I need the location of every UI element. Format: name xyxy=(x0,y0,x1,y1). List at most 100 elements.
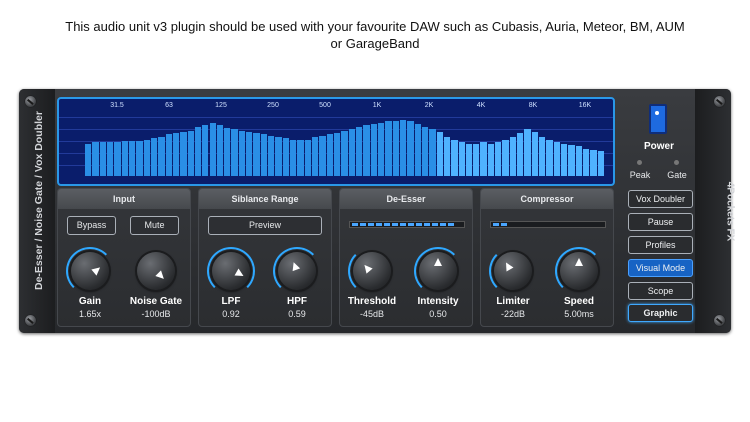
spectrum-bar xyxy=(268,135,275,176)
spectrum-bar xyxy=(253,133,260,176)
peak-led-icon xyxy=(637,160,642,165)
frequency-label: 4K xyxy=(476,102,486,109)
screw-icon xyxy=(714,315,725,326)
frequency-label: 31.5 xyxy=(110,102,124,109)
knob-arc xyxy=(348,247,396,295)
meter-segment xyxy=(448,223,454,226)
knob-arc xyxy=(489,247,537,295)
spectrum-bar xyxy=(238,130,246,176)
frequency-label: 500 xyxy=(319,102,331,109)
scope-button[interactable]: Scope xyxy=(628,282,693,300)
bypass-button[interactable]: Bypass xyxy=(67,216,116,235)
spectrum-bar xyxy=(114,141,121,176)
visual-mode-button[interactable]: Visual Mode xyxy=(628,259,693,277)
spectrum-bar xyxy=(597,151,604,176)
panel-title: Compressor xyxy=(481,189,613,209)
caption-line-2: or GarageBand xyxy=(330,36,420,51)
de-esser-meter xyxy=(349,221,465,228)
spectrum-bar xyxy=(136,140,143,176)
meter-segment xyxy=(493,223,499,226)
graphic-button[interactable]: Graphic xyxy=(628,304,693,322)
speed-knob[interactable] xyxy=(555,247,603,295)
meter-segment xyxy=(360,223,366,226)
spectrum-bar xyxy=(216,125,224,176)
spectrum-bar xyxy=(546,140,553,176)
spectrum-bar xyxy=(473,143,480,176)
gate-led-icon xyxy=(674,160,679,165)
screw-icon xyxy=(25,315,36,326)
lpf-knob[interactable] xyxy=(207,247,255,295)
plugin-unit: De-Esser / Noise Gate / Vox Doubler 4Poc… xyxy=(19,89,736,333)
frequency-label: 63 xyxy=(165,102,173,109)
hpf-knob[interactable] xyxy=(273,247,321,295)
panel-title: Input xyxy=(58,189,190,209)
knob-arc xyxy=(555,247,603,295)
input-panel: Input Bypass Mute Gain 1.65x Noise Gate … xyxy=(57,188,191,327)
spectrum-bar xyxy=(502,140,509,176)
limiter-knob[interactable] xyxy=(489,247,532,295)
brand-name-vertical: 4Pockets FX xyxy=(724,181,736,242)
panel-title: De-Esser xyxy=(340,189,472,209)
preview-button[interactable]: Preview xyxy=(208,216,322,235)
spectrum-bar xyxy=(158,137,165,176)
frequency-label: 1K xyxy=(372,102,382,109)
siblance-range-panel: Siblance Range Preview LPF 0.92 HPF 0.59 xyxy=(198,188,332,327)
spectrum-bar xyxy=(451,140,458,176)
power-label: Power xyxy=(643,141,674,152)
peak-label: Peak xyxy=(629,170,651,180)
spectrum-bar xyxy=(363,125,370,176)
spectrum-bar xyxy=(575,146,583,176)
profiles-button[interactable]: Profiles xyxy=(628,236,693,254)
meter-segment xyxy=(392,223,398,226)
knob-arc xyxy=(414,247,462,295)
compressor-meter xyxy=(490,221,606,228)
frequency-label: 125 xyxy=(215,102,227,109)
vox-doubler-button[interactable]: Vox Doubler xyxy=(628,190,693,208)
gate-label: Gate xyxy=(667,170,687,180)
gain-knob[interactable] xyxy=(66,247,114,295)
spectrum-bar xyxy=(106,142,114,176)
spectrum-bar xyxy=(304,139,312,176)
spectrum-bar xyxy=(194,127,202,176)
spectrum-bar xyxy=(128,140,136,176)
spectrum-bar xyxy=(377,122,385,176)
threshold-label: Threshold xyxy=(347,296,397,307)
caption-line-1: This audio unit v3 plugin should be used… xyxy=(65,19,685,34)
plugin-name-vertical: De-Esser / Noise Gate / Vox Doubler xyxy=(33,111,45,290)
spectrum-analyzer[interactable]: 31.5 63 125 250 500 1K 2K 4K 8K 16K xyxy=(57,97,615,186)
spectrum-bar xyxy=(407,121,414,176)
meter-segment xyxy=(376,223,382,226)
caption: This audio unit v3 plugin should be used… xyxy=(20,18,730,52)
spectrum-bar xyxy=(487,143,495,176)
noise-gate-knob[interactable] xyxy=(137,252,175,290)
panel-title: Siblance Range xyxy=(199,189,331,209)
knob-arc xyxy=(207,247,255,295)
spectrum-bar xyxy=(165,134,172,176)
spectrum-bar xyxy=(99,142,106,176)
spectrum-bar xyxy=(231,129,238,176)
knob-pointer-icon xyxy=(434,258,442,266)
speed-value: 5.00ms xyxy=(564,309,594,319)
threshold-knob[interactable] xyxy=(348,247,391,295)
power-switch[interactable] xyxy=(649,104,667,134)
intensity-knob[interactable] xyxy=(414,247,462,295)
spectrum-bar xyxy=(583,148,590,176)
pause-button[interactable]: Pause xyxy=(628,213,693,231)
meter-segment xyxy=(501,223,507,226)
mute-button[interactable]: Mute xyxy=(130,216,179,235)
meter-segment xyxy=(384,223,390,226)
frequency-label: 8K xyxy=(528,102,538,109)
spectrum-bar xyxy=(172,133,180,176)
spectrum-bar xyxy=(465,143,473,176)
spectrum-bar xyxy=(531,131,539,176)
frequency-label: 2K xyxy=(424,102,434,109)
spectrum-bar xyxy=(326,133,333,176)
spectrum-bar xyxy=(524,129,531,176)
spectrum-bar xyxy=(561,143,568,176)
intensity-label: Intensity xyxy=(417,296,459,307)
spectrum-bar xyxy=(341,130,348,176)
spectrum-bar xyxy=(348,129,355,176)
frequency-label: 16K xyxy=(578,102,592,109)
limiter-value: -22dB xyxy=(500,309,526,319)
spectrum-bar xyxy=(509,137,517,176)
